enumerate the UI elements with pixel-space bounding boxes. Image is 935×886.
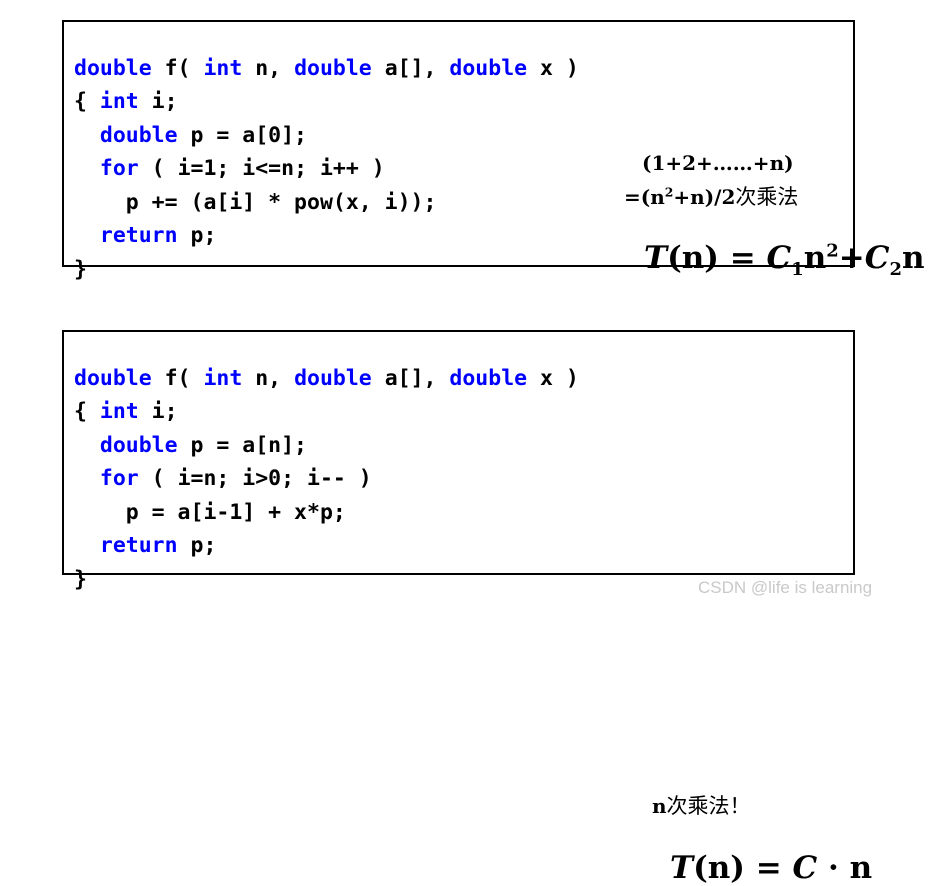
code-keyword: int (99, 89, 139, 114)
code-text: } (74, 566, 87, 592)
formula-t-argument: (n) = (667, 240, 767, 276)
code-line: double p = a[0]; (74, 123, 307, 148)
code-line: double p = a[n]; (74, 433, 307, 458)
code-keyword: double (99, 122, 178, 148)
formula2-t-argument: (n) = (693, 850, 793, 886)
formula-c1-symbol: C (766, 240, 792, 276)
code-line: p += (a[i] * pow(x, i)); (74, 189, 437, 215)
formula-quadratic-complexity: T(n) = C1n2+C2n (644, 240, 925, 279)
code-text: p += (a[i] * pow(x, i)); (74, 189, 437, 215)
code-text: n, (242, 365, 295, 391)
annotation-n-cjk: 次乘法！ (666, 794, 751, 818)
code-box-quadratic: double f( int n, double a[], double x ) … (62, 20, 925, 282)
code-line: } (74, 257, 87, 282)
code-text: n, (242, 55, 295, 81)
code-text: a[], (371, 55, 450, 81)
code-text: p = a[0]; (177, 122, 308, 148)
code-keyword: double (99, 432, 178, 458)
code-keyword: int (99, 399, 139, 424)
code-box-linear: double f( int n, double a[], double x ) … (62, 330, 872, 886)
code-keyword: double (74, 55, 152, 81)
code-text: a[], (371, 365, 450, 391)
code-keyword: int (203, 55, 243, 81)
formula-c1-subscript: 1 (791, 259, 804, 281)
code-text: i; (138, 89, 178, 114)
code-keyword: return (99, 223, 178, 248)
formula-plus-operator: + (838, 240, 865, 276)
formula2-t-symbol: T (670, 850, 694, 886)
code-keyword: for (99, 466, 139, 491)
code-text: ( i=1; i<=n; i++ ) (138, 156, 385, 181)
code-line: return p; (74, 533, 217, 558)
code-line: double f( int n, double a[], double x ) (74, 56, 579, 81)
code-line: p = a[i-1] + x*p; (74, 500, 346, 525)
code-text: f( (151, 365, 204, 391)
code-keyword: double (449, 365, 528, 391)
code-text: p = a[i-1] + x*p; (74, 499, 346, 525)
annotation-n-prefix: n (652, 794, 667, 818)
code-line: for ( i=1; i<=n; i++ ) (74, 156, 385, 181)
code-keyword: for (99, 156, 139, 181)
formula-t-symbol: T (644, 240, 668, 276)
annotation-sum-series: (1+2+……+n) (642, 148, 794, 178)
annotation-n-multiplications: n次乘法！ (652, 790, 751, 820)
code-text: p; (177, 533, 217, 558)
code-keyword: int (203, 365, 243, 391)
code-keyword: return (99, 533, 178, 558)
formula-c2-symbol: C (864, 240, 890, 276)
code-keyword: double (74, 365, 152, 391)
formula-c2-variable: n (901, 240, 925, 276)
formula-c2-subscript: 2 (889, 259, 902, 281)
code-text: x ) (527, 55, 579, 81)
formula2-c-symbol: C (792, 850, 818, 886)
annotation-sum-series-text: (1+2+……+n) (642, 151, 794, 175)
code-line: return p; (74, 223, 217, 248)
annotation-count-cjk: 次乘法 (735, 185, 799, 209)
code-line: { int i; (74, 399, 178, 424)
code-block-linear: double f( int n, double a[], double x ) … (74, 362, 579, 597)
code-text: f( (151, 55, 204, 81)
watermark: CSDN @life is learning (698, 578, 873, 597)
code-text: p = a[n]; (177, 432, 308, 458)
formula2-dot-operator: · (817, 850, 850, 886)
code-text: x ) (527, 365, 579, 391)
code-keyword: double (294, 55, 372, 81)
formula2-n-variable: n (849, 850, 873, 886)
code-text: { (74, 89, 100, 114)
formula-linear-complexity: T(n) = C · n (670, 850, 872, 886)
code-line: } (74, 567, 87, 592)
code-text: p; (177, 223, 217, 248)
annotation-count-mid: +n)/2 (673, 185, 736, 209)
code-keyword: double (294, 365, 372, 391)
code-text: ( i=n; i>0; i-- ) (138, 466, 372, 491)
code-text: } (74, 256, 87, 282)
formula-c1-variable: n (803, 240, 827, 276)
code-line: { int i; (74, 89, 178, 114)
annotation-multiplication-count: =(n2+n)/2次乘法 (624, 182, 798, 212)
code-block-quadratic: double f( int n, double a[], double x ) … (74, 52, 579, 287)
code-keyword: double (449, 55, 528, 81)
code-text: i; (138, 399, 178, 424)
code-line: for ( i=n; i>0; i-- ) (74, 466, 372, 491)
code-text: { (74, 399, 100, 424)
annotation-count-prefix: =(n (624, 185, 665, 209)
formula-c1-exponent: 2 (826, 240, 839, 262)
code-line: double f( int n, double a[], double x ) (74, 366, 579, 391)
